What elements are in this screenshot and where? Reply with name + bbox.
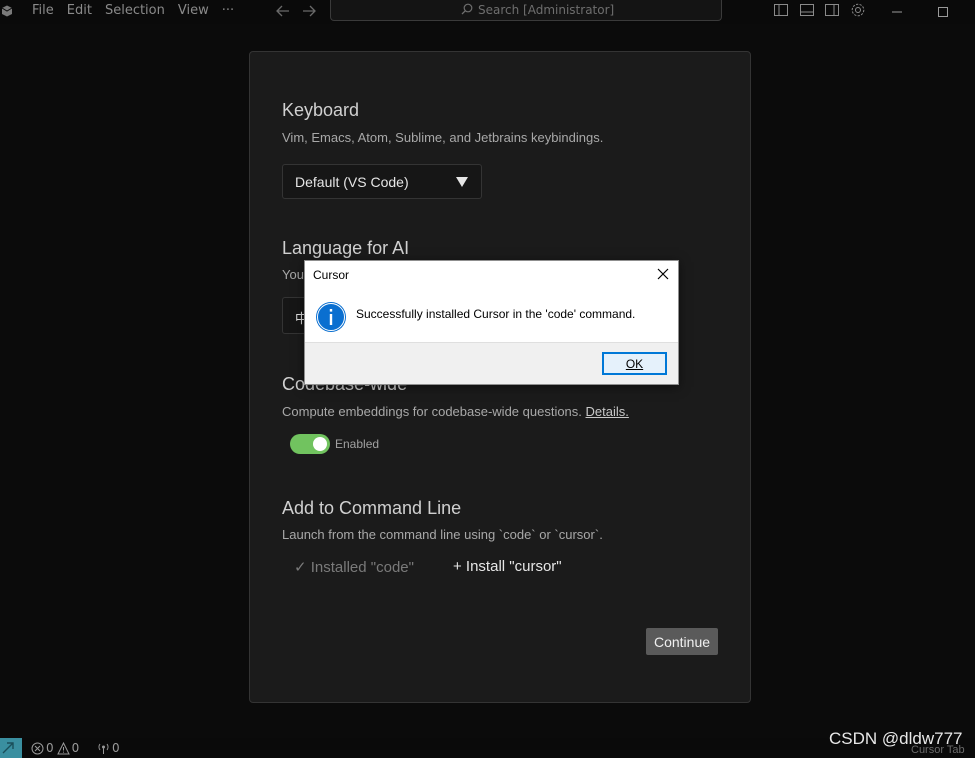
codebase-indexing-toggle[interactable]: [290, 434, 330, 454]
warning-count: 0: [71, 741, 80, 755]
menu-more[interactable]: ···: [222, 2, 234, 19]
install-success-dialog: Cursor Successfully installed Cursor in …: [304, 260, 679, 385]
broadcast-icon: [98, 743, 109, 754]
warning-icon: [56, 741, 70, 754]
keybinding-selected-value: Default (VS Code): [295, 174, 409, 190]
dialog-title: Cursor: [313, 268, 350, 282]
minimize-button[interactable]: [874, 0, 920, 24]
keyboard-description: Vim, Emacs, Atom, Sublime, and Jetbrains…: [282, 130, 604, 145]
back-arrow-icon[interactable]: [276, 4, 290, 18]
toggle-panel-icon[interactable]: [799, 2, 815, 18]
command-line-description: Launch from the command line using `code…: [282, 527, 603, 542]
ok-button-label: OK: [625, 356, 644, 371]
keyboard-title: Keyboard: [282, 100, 360, 120]
ports-count: 0: [112, 741, 120, 755]
search-placeholder: Search [Administrator]: [478, 3, 615, 17]
remote-icon: [2, 742, 14, 754]
toggle-label: Enabled: [335, 437, 380, 451]
codebase-description-text: Compute embeddings for codebase-wide que…: [282, 404, 582, 419]
toggle-knob: [313, 437, 327, 451]
search-icon: [461, 3, 473, 15]
menu-edit[interactable]: Edit: [67, 2, 92, 19]
dropdown-caret-icon: [456, 177, 468, 187]
cursor-logo-icon: [1, 5, 13, 17]
install-cursor-button[interactable]: + Install "cursor": [453, 558, 562, 575]
menu-bar: File Edit Selection View ···: [32, 2, 247, 19]
maximize-button[interactable]: [920, 0, 966, 24]
minimize-icon: [892, 11, 902, 13]
error-icon: [31, 742, 44, 754]
codebase-description: Compute embeddings for codebase-wide que…: [282, 404, 629, 419]
command-line-title: Add to Command Line: [282, 498, 462, 518]
dialog-message: Successfully installed Cursor in the 'co…: [356, 307, 636, 321]
menu-selection[interactable]: Selection: [105, 2, 165, 19]
problems-indicator[interactable]: 0 0: [31, 741, 79, 755]
settings-gear-icon[interactable]: [850, 2, 866, 18]
ports-indicator[interactable]: 0: [97, 741, 120, 755]
language-description: You: [282, 267, 304, 282]
maximize-icon: [938, 7, 948, 17]
language-title: Language for AI: [282, 238, 410, 258]
menu-view[interactable]: View: [178, 2, 209, 19]
dialog-footer: OK: [305, 342, 678, 384]
continue-button[interactable]: Continue: [646, 628, 718, 655]
title-bar: File Edit Selection View ··· Search [Adm…: [0, 0, 975, 24]
command-center-search[interactable]: Search [Administrator]: [330, 0, 722, 21]
forward-arrow-icon[interactable]: [302, 4, 316, 18]
close-icon[interactable]: [656, 267, 670, 281]
installed-code-button[interactable]: ✓ Installed "code": [294, 558, 414, 576]
toggle-primary-sidebar-icon[interactable]: [773, 2, 789, 18]
menu-file[interactable]: File: [32, 2, 54, 19]
details-link[interactable]: Details.: [586, 404, 629, 419]
ok-button[interactable]: OK: [602, 352, 667, 375]
keybinding-select[interactable]: Default (VS Code): [282, 164, 482, 199]
toggle-secondary-sidebar-icon[interactable]: [824, 2, 840, 18]
remote-indicator[interactable]: [0, 738, 22, 758]
watermark: CSDN @dldw777: [829, 729, 963, 748]
error-count: 0: [46, 741, 54, 755]
info-icon: [316, 302, 346, 332]
